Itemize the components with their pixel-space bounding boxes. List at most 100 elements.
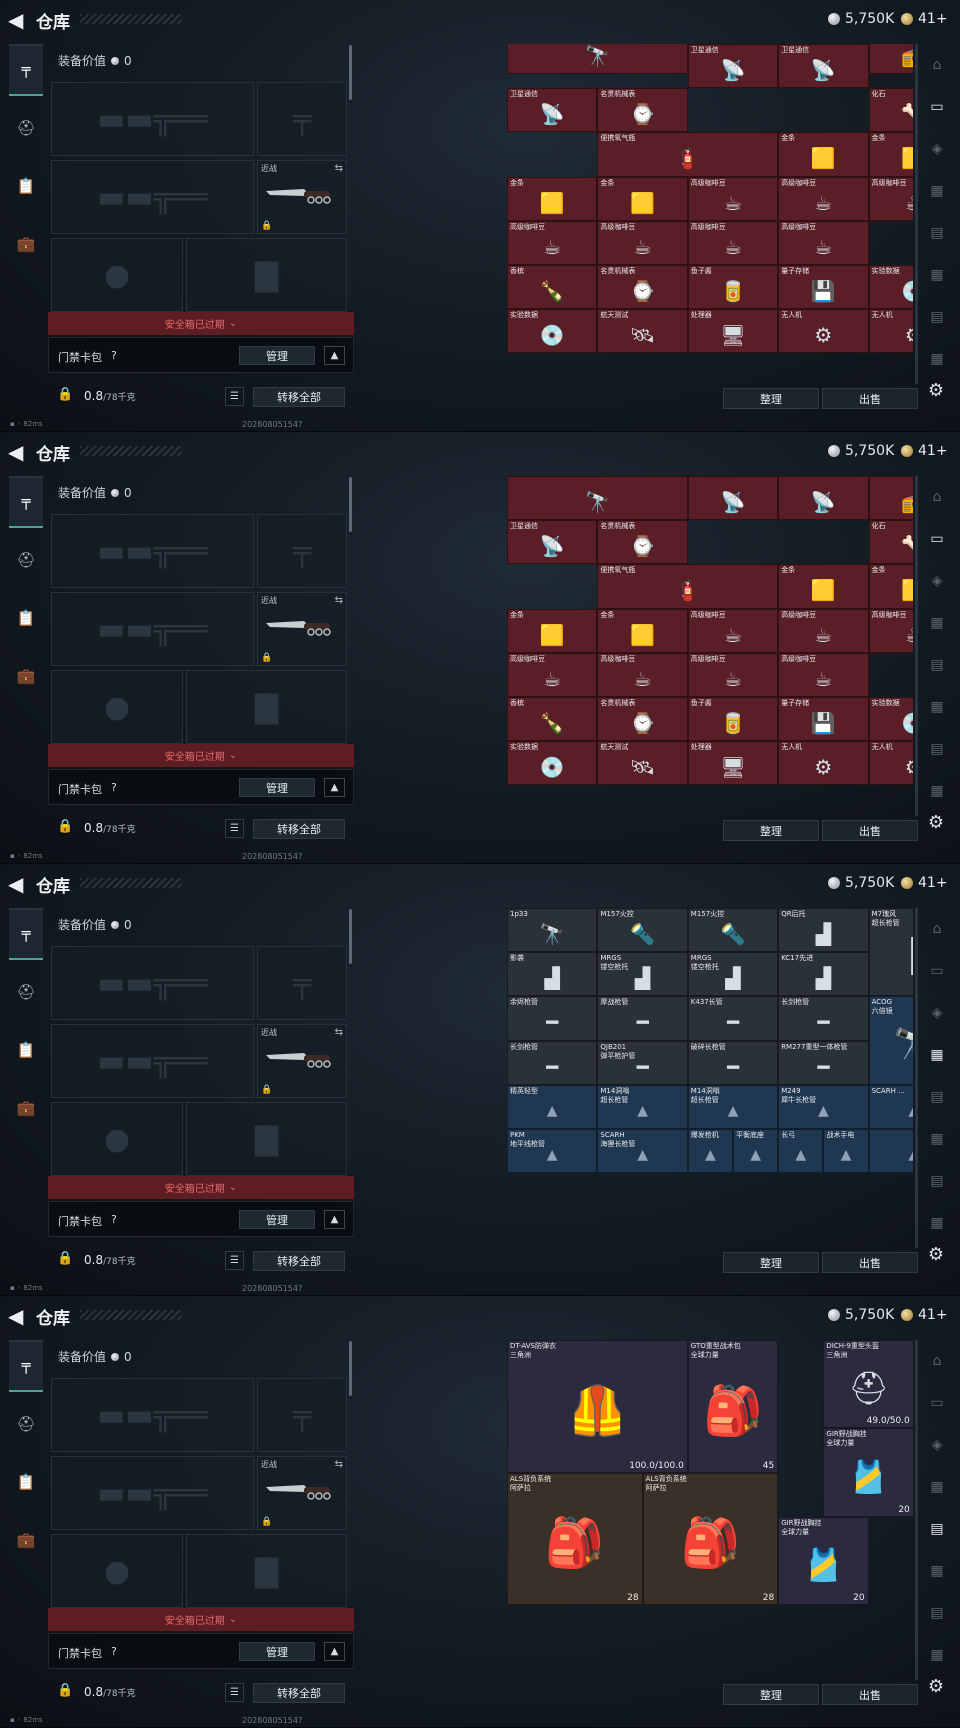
stash-item[interactable]: SCARH ...▲ (868, 1084, 913, 1129)
melee-slot[interactable]: 近战 ⇆ 🔒 (257, 1024, 347, 1098)
gear-icon[interactable]: ⚙ (925, 811, 947, 833)
transfer-all-button[interactable]: 转移全部 (253, 1683, 345, 1703)
pistol-icon[interactable]: ╤ (9, 476, 43, 528)
stash-scrollbar[interactable] (915, 1340, 918, 1680)
stash-item[interactable]: 破碎长枪管 ━ (687, 1040, 779, 1085)
helmet-slot[interactable]: ● (51, 1534, 183, 1608)
list-icon[interactable]: ☰ (225, 1251, 244, 1270)
stash-item[interactable]: 高级咖啡豆☕ (687, 652, 779, 697)
stash-tab-icon[interactable]: ⌂ (924, 916, 950, 942)
clipboard-icon[interactable]: 📋 (9, 1024, 43, 1076)
equipment-scrollbar[interactable] (349, 1341, 352, 1396)
briefcase-icon[interactable]: 💼 (9, 1082, 43, 1134)
stash-tab-icon[interactable]: ▤ (924, 1516, 950, 1542)
stash-item[interactable]: 无人机⚙ (868, 741, 913, 786)
stash-item[interactable]: 实验数据💿 (507, 741, 598, 786)
helmet-slot[interactable]: ● (51, 1102, 183, 1176)
gear-icon[interactable]: ⚙ (925, 1675, 947, 1697)
stash-tab-icon[interactable]: ⌂ (924, 1348, 950, 1374)
gold-currency[interactable]: 41+ (901, 1305, 948, 1325)
stash-item[interactable]: M249 犀牛长枪管 ▲ (778, 1084, 869, 1129)
stash-tab-icon[interactable]: ▭ (924, 1390, 950, 1416)
transfer-all-button[interactable]: 转移全部 (253, 1251, 345, 1271)
transfer-all-button[interactable]: 转移全部 (253, 819, 345, 839)
chevron-up-icon[interactable]: ▲ (324, 1642, 345, 1661)
manage-button[interactable]: 管理 (239, 1210, 315, 1229)
armor-slot[interactable]: ▇ (186, 238, 347, 312)
stash-item[interactable]: 金条 🟨 (778, 132, 869, 177)
stash-item[interactable]: 长剑枪管 ━ (778, 996, 869, 1041)
stash-tab-icon[interactable]: ▤ (924, 652, 950, 678)
stash-item[interactable]: 高级咖啡豆☕ (507, 220, 598, 265)
chevron-up-icon[interactable]: ▲ (324, 346, 345, 365)
stash-item[interactable]: 无人机⚙ (778, 309, 869, 354)
stash-item[interactable]: 卫星通信 📡 (778, 44, 869, 89)
equipment-scrollbar[interactable] (349, 477, 352, 532)
sell-button[interactable]: 出售 (822, 1252, 918, 1273)
pistol-slot[interactable]: ╤ (257, 946, 347, 1020)
back-arrow-icon[interactable]: ◀ (8, 441, 30, 463)
stash-item[interactable]: 高级咖啡豆☕ (687, 176, 779, 221)
gold-currency[interactable]: 41+ (901, 9, 948, 29)
helmet-icon[interactable]: ⛑ (9, 966, 43, 1018)
stash-item[interactable]: 🔭 (507, 476, 688, 521)
pistol-icon[interactable]: ╤ (9, 44, 43, 96)
stash-tab-icon[interactable]: ▦ (924, 694, 950, 720)
secure-case-expired-banner[interactable]: 安全箱已过期 ⌄ (48, 744, 354, 767)
stash-item[interactable]: 金条 🟨 (597, 608, 688, 653)
list-icon[interactable]: ☰ (225, 819, 244, 838)
stash-item[interactable]: 鱼子酱 🥫 (687, 265, 779, 310)
stash-item[interactable]: ACOG 六倍镜🔭 (868, 996, 913, 1085)
stash-item[interactable]: 名贵机械表 ⌚ (597, 697, 688, 742)
stash-item[interactable]: 📡 (778, 476, 869, 521)
help-icon[interactable]: ? (111, 781, 117, 794)
stash-tab-icon[interactable]: ▭ (924, 526, 950, 552)
stash-item[interactable]: 实验数据💿 (868, 265, 913, 310)
stash-tab-icon[interactable]: ▦ (924, 1042, 950, 1068)
pistol-slot[interactable]: ╤ (257, 514, 347, 588)
stash-item[interactable]: 便携氧气瓶 🧯 (597, 564, 779, 609)
stash-tab-icon[interactable]: ◈ (924, 568, 950, 594)
help-icon[interactable]: ? (111, 349, 117, 362)
stash-item[interactable]: 高级咖啡豆☕ (778, 608, 869, 653)
swap-icon[interactable]: ⇆ (335, 595, 343, 606)
sell-button[interactable]: 出售 (822, 820, 918, 841)
stash-item[interactable]: 📻 (868, 44, 913, 74)
stash-item[interactable]: 高级咖啡豆☕ (687, 608, 779, 653)
sort-button[interactable]: 整理 (723, 1252, 819, 1273)
stash-item[interactable]: GIR野战胸挂 全球力量 🎽 20 (778, 1516, 869, 1606)
stash-tab-icon[interactable]: ▭ (924, 94, 950, 120)
stash-item[interactable]: 量子存储 💾 (778, 697, 869, 742)
stash-scrollbar[interactable] (915, 476, 918, 816)
stash-item[interactable]: 无人机⚙ (868, 309, 913, 354)
clipboard-icon[interactable]: 📋 (9, 592, 43, 644)
stash-item[interactable]: 爆发枪机 ▲ (687, 1129, 733, 1174)
stash-item[interactable]: ALS背负系统 阿萨拉 🎒 28 (507, 1472, 643, 1606)
stash-item[interactable]: 高级咖啡豆☕ (507, 652, 598, 697)
stash-item[interactable]: M157火控 🔦 (597, 908, 688, 953)
stash-tab-icon[interactable]: ▦ (924, 1558, 950, 1584)
gold-currency[interactable]: 41+ (901, 873, 948, 893)
stash-item[interactable]: 高级咖啡豆☕ (868, 176, 913, 221)
stash-item[interactable]: 高级咖啡豆☕ (778, 176, 869, 221)
stash-item[interactable]: 📡 (687, 476, 779, 521)
stash-item[interactable]: M14洞嗡 超长枪管 ▲ (687, 1084, 779, 1129)
sort-button[interactable]: 整理 (723, 1684, 819, 1705)
stash-item[interactable]: MRGS 镂空枪托 ▟ (687, 952, 779, 997)
stash-item[interactable]: MRGS 镂空枪托 ▟ (597, 952, 688, 997)
stash-tab-icon[interactable]: ▤ (924, 1168, 950, 1194)
help-icon[interactable]: ? (111, 1213, 117, 1226)
pistol-icon[interactable]: ╤ (9, 908, 43, 960)
secondary-weapon-slot[interactable]: ▬▬╦══ (51, 592, 254, 666)
stash-item[interactable]: 航天测试 🛰 (597, 741, 688, 786)
armor-slot[interactable]: ▇ (186, 670, 347, 744)
stash-item[interactable]: 战术手电 ▲ (823, 1129, 869, 1174)
stash-tab-icon[interactable]: ◈ (924, 1432, 950, 1458)
pistol-slot[interactable]: ╤ (257, 1378, 347, 1452)
melee-slot[interactable]: 近战 ⇆ 🔒 (257, 1456, 347, 1530)
stash-item[interactable]: 金条 🟨 (507, 608, 598, 653)
helmet-slot[interactable]: ● (51, 670, 183, 744)
stash-item[interactable]: 摩战枪管 ━ (597, 996, 688, 1041)
stash-item[interactable]: DICH-9重型头盔 三角洲 ⛑ 49.0/50.0 (823, 1340, 913, 1429)
stash-tab-icon[interactable]: ◈ (924, 1000, 950, 1026)
